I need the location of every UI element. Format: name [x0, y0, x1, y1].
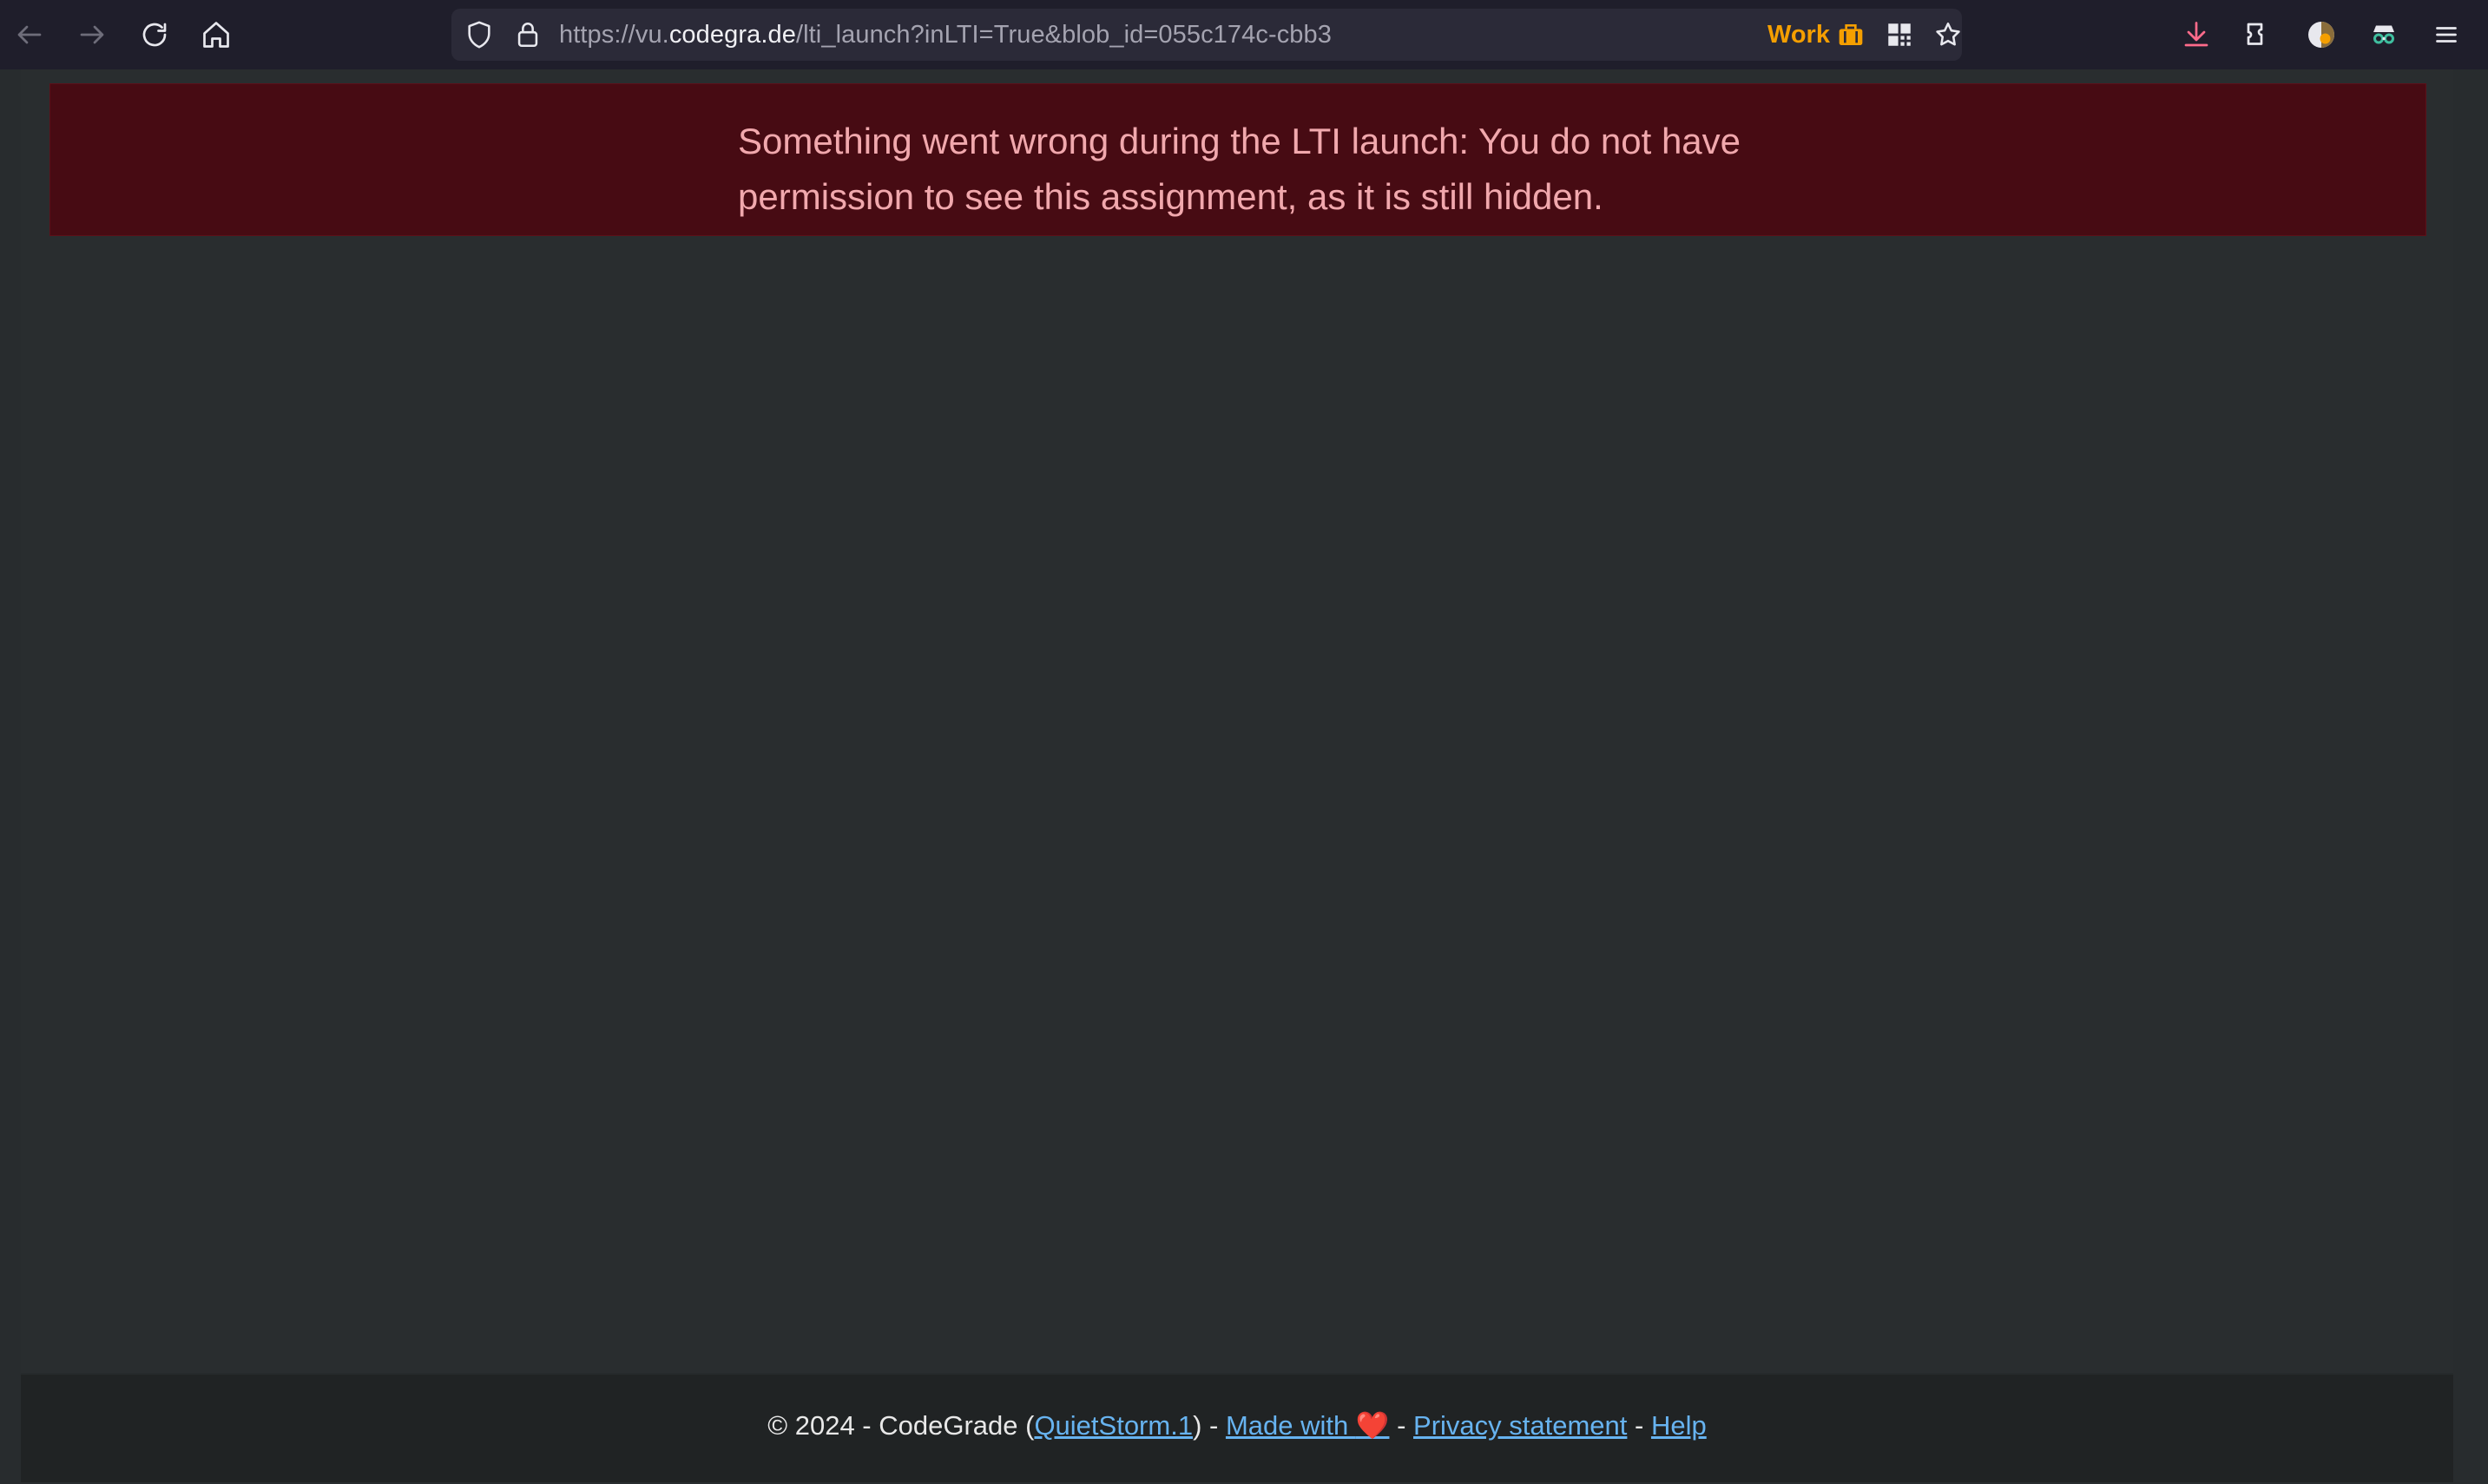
page-content: Something went wrong during the LTI laun…	[0, 69, 2488, 1484]
profile-button[interactable]	[2300, 14, 2342, 56]
download-icon	[2184, 22, 2208, 47]
profile-icon	[2308, 22, 2334, 48]
error-alert: Something went wrong during the LTI laun…	[49, 83, 2426, 236]
container-label[interactable]: Work	[1761, 9, 1865, 61]
url-text[interactable]: https://vu.codegra.de/lti_launch?inLTI=T…	[559, 9, 1332, 61]
container-name: Work	[1767, 21, 1830, 49]
footer-separator: ) -	[1193, 1410, 1226, 1441]
back-button[interactable]	[9, 14, 50, 56]
reload-icon	[142, 23, 167, 47]
home-button[interactable]	[195, 14, 237, 56]
extensions-button[interactable]	[2238, 14, 2280, 56]
reload-button[interactable]	[134, 14, 175, 56]
incognito-icon	[2373, 25, 2394, 44]
arrow-left-icon	[17, 25, 42, 44]
downloads-button[interactable]	[2175, 14, 2217, 56]
footer: © 2024 - CodeGrade (QuietStorm.1) - Made…	[21, 1373, 2453, 1482]
heart-icon: ❤️	[1355, 1410, 1390, 1441]
menu-button[interactable]	[2425, 14, 2467, 56]
qr-code-icon[interactable]	[1884, 19, 1915, 50]
footer-separator: -	[1627, 1410, 1651, 1441]
bookmark-star-icon[interactable]	[1932, 19, 1964, 50]
home-icon	[203, 22, 229, 48]
menu-icon	[2436, 27, 2457, 43]
made-with-link[interactable]: Made with ❤️	[1226, 1410, 1390, 1441]
url-bar[interactable]: https://vu.codegra.de/lti_launch?inLTI=T…	[451, 9, 1962, 61]
footer-separator: -	[1389, 1410, 1414, 1441]
arrow-right-icon	[80, 25, 104, 44]
briefcase-icon	[1839, 24, 1863, 45]
footer-text: © 2024 - CodeGrade (QuietStorm.1) - Made…	[21, 1409, 2453, 1441]
help-link[interactable]: Help	[1651, 1410, 1707, 1441]
made-with-text: Made with	[1225, 1410, 1356, 1441]
error-message: Something went wrong during the LTI laun…	[738, 121, 1741, 217]
copyright-text: © 2024 - CodeGrade (	[767, 1410, 1035, 1441]
forward-button[interactable]	[71, 14, 113, 56]
browser-toolbar: https://vu.codegra.de/lti_launch?inLTI=T…	[0, 0, 2488, 69]
privacy-statement-link[interactable]: Privacy statement	[1413, 1410, 1627, 1441]
incognito-button[interactable]	[2363, 14, 2405, 56]
page-body	[21, 69, 2453, 1484]
tracking-protection-icon[interactable]	[464, 19, 495, 50]
version-link[interactable]: QuietStorm.1	[1034, 1410, 1193, 1441]
lock-icon[interactable]	[512, 19, 543, 50]
extensions-icon	[2247, 23, 2263, 45]
